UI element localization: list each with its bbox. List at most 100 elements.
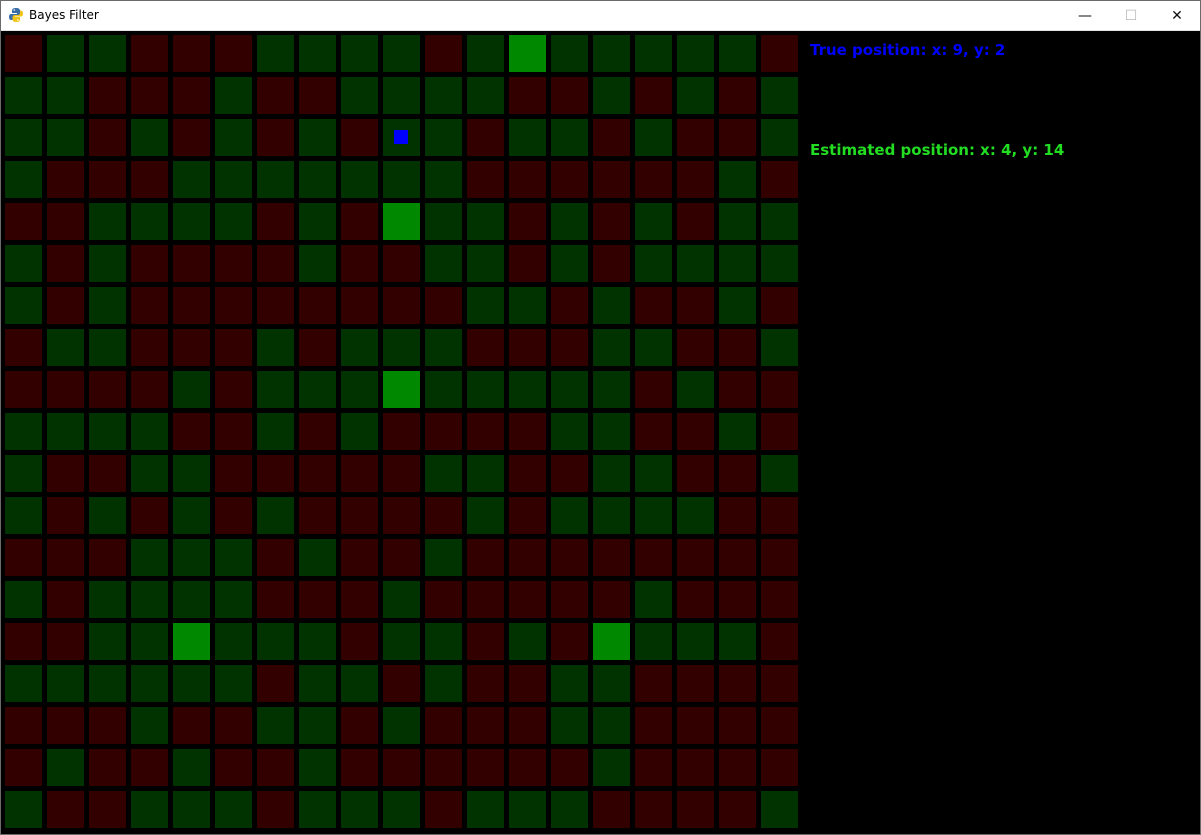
grid-cell [425, 455, 462, 492]
grid-cell [341, 791, 378, 828]
grid-cell [551, 371, 588, 408]
grid-cell [131, 497, 168, 534]
grid-cell [593, 707, 630, 744]
grid-cell [131, 455, 168, 492]
maximize-button[interactable]: ☐ [1108, 1, 1154, 30]
grid-cell [89, 707, 126, 744]
grid-cell [47, 203, 84, 240]
belief-grid [2, 31, 802, 831]
grid-cell [5, 119, 42, 156]
grid-cell [509, 329, 546, 366]
grid-cell [719, 665, 756, 702]
landmark-cell [593, 623, 630, 660]
grid-cell [341, 287, 378, 324]
grid-cell [383, 245, 420, 282]
grid-cell [677, 665, 714, 702]
close-icon: ✕ [1171, 7, 1183, 24]
grid-cell [593, 497, 630, 534]
grid-cell [173, 203, 210, 240]
grid-cell [341, 329, 378, 366]
grid-cell [509, 539, 546, 576]
grid-cell [131, 371, 168, 408]
grid-cell [131, 749, 168, 786]
grid-cell [425, 581, 462, 618]
grid-cell [509, 623, 546, 660]
landmark-cell [509, 35, 546, 72]
grid-cell [5, 371, 42, 408]
grid-cell [425, 413, 462, 450]
grid-cell [551, 581, 588, 618]
grid-cell [257, 77, 294, 114]
grid-cell [89, 119, 126, 156]
grid-cell [299, 497, 336, 534]
grid-cell [467, 287, 504, 324]
grid-cell [467, 371, 504, 408]
grid-cell [47, 707, 84, 744]
grid-cell [131, 665, 168, 702]
grid-cell [383, 539, 420, 576]
grid-cell [5, 665, 42, 702]
grid-cell [467, 203, 504, 240]
grid-cell [719, 203, 756, 240]
grid-cell [719, 623, 756, 660]
grid-cell [89, 245, 126, 282]
grid-cell [215, 287, 252, 324]
grid-cell [47, 329, 84, 366]
grid-cell [257, 371, 294, 408]
grid-cell [5, 245, 42, 282]
grid-cell [89, 749, 126, 786]
grid-cell [215, 791, 252, 828]
grid-cell [425, 623, 462, 660]
grid-cell [257, 707, 294, 744]
grid-cell [761, 455, 798, 492]
grid-cell [635, 35, 672, 72]
grid-cell [383, 329, 420, 366]
grid-cell [215, 77, 252, 114]
grid-cell [593, 77, 630, 114]
grid-cell [341, 35, 378, 72]
grid-cell [173, 791, 210, 828]
grid-cell [761, 413, 798, 450]
grid-cell [173, 497, 210, 534]
grid-cell [341, 161, 378, 198]
grid-cell [299, 245, 336, 282]
grid-cell [425, 749, 462, 786]
grid-cell [131, 707, 168, 744]
grid-cell [89, 329, 126, 366]
grid-cell [551, 455, 588, 492]
grid-cell [89, 203, 126, 240]
grid-cell [761, 623, 798, 660]
grid-cell [257, 287, 294, 324]
grid-cell [257, 455, 294, 492]
grid-cell [677, 77, 714, 114]
close-button[interactable]: ✕ [1154, 1, 1200, 30]
grid-cell [635, 161, 672, 198]
grid-cell [425, 497, 462, 534]
grid-cell [425, 245, 462, 282]
grid-cell [341, 749, 378, 786]
grid-cell [89, 287, 126, 324]
grid-cell [383, 749, 420, 786]
title-bar[interactable]: Bayes Filter — ☐ ✕ [1, 1, 1200, 31]
grid-cell [677, 539, 714, 576]
grid-cell [677, 749, 714, 786]
grid-cell [551, 791, 588, 828]
grid-cell [635, 497, 672, 534]
grid-cell [593, 749, 630, 786]
grid-cell [47, 455, 84, 492]
grid-cell [677, 791, 714, 828]
grid-cell [761, 329, 798, 366]
landmark-cell [383, 371, 420, 408]
grid-cell [5, 497, 42, 534]
grid-cell [677, 161, 714, 198]
grid-cell [467, 749, 504, 786]
grid-cell [383, 455, 420, 492]
grid-cell [89, 161, 126, 198]
grid-cell [341, 707, 378, 744]
grid-cell [5, 35, 42, 72]
grid-cell [131, 35, 168, 72]
grid-cell [89, 665, 126, 702]
grid-cell [467, 119, 504, 156]
grid-cell [593, 245, 630, 282]
minimize-button[interactable]: — [1062, 1, 1108, 30]
